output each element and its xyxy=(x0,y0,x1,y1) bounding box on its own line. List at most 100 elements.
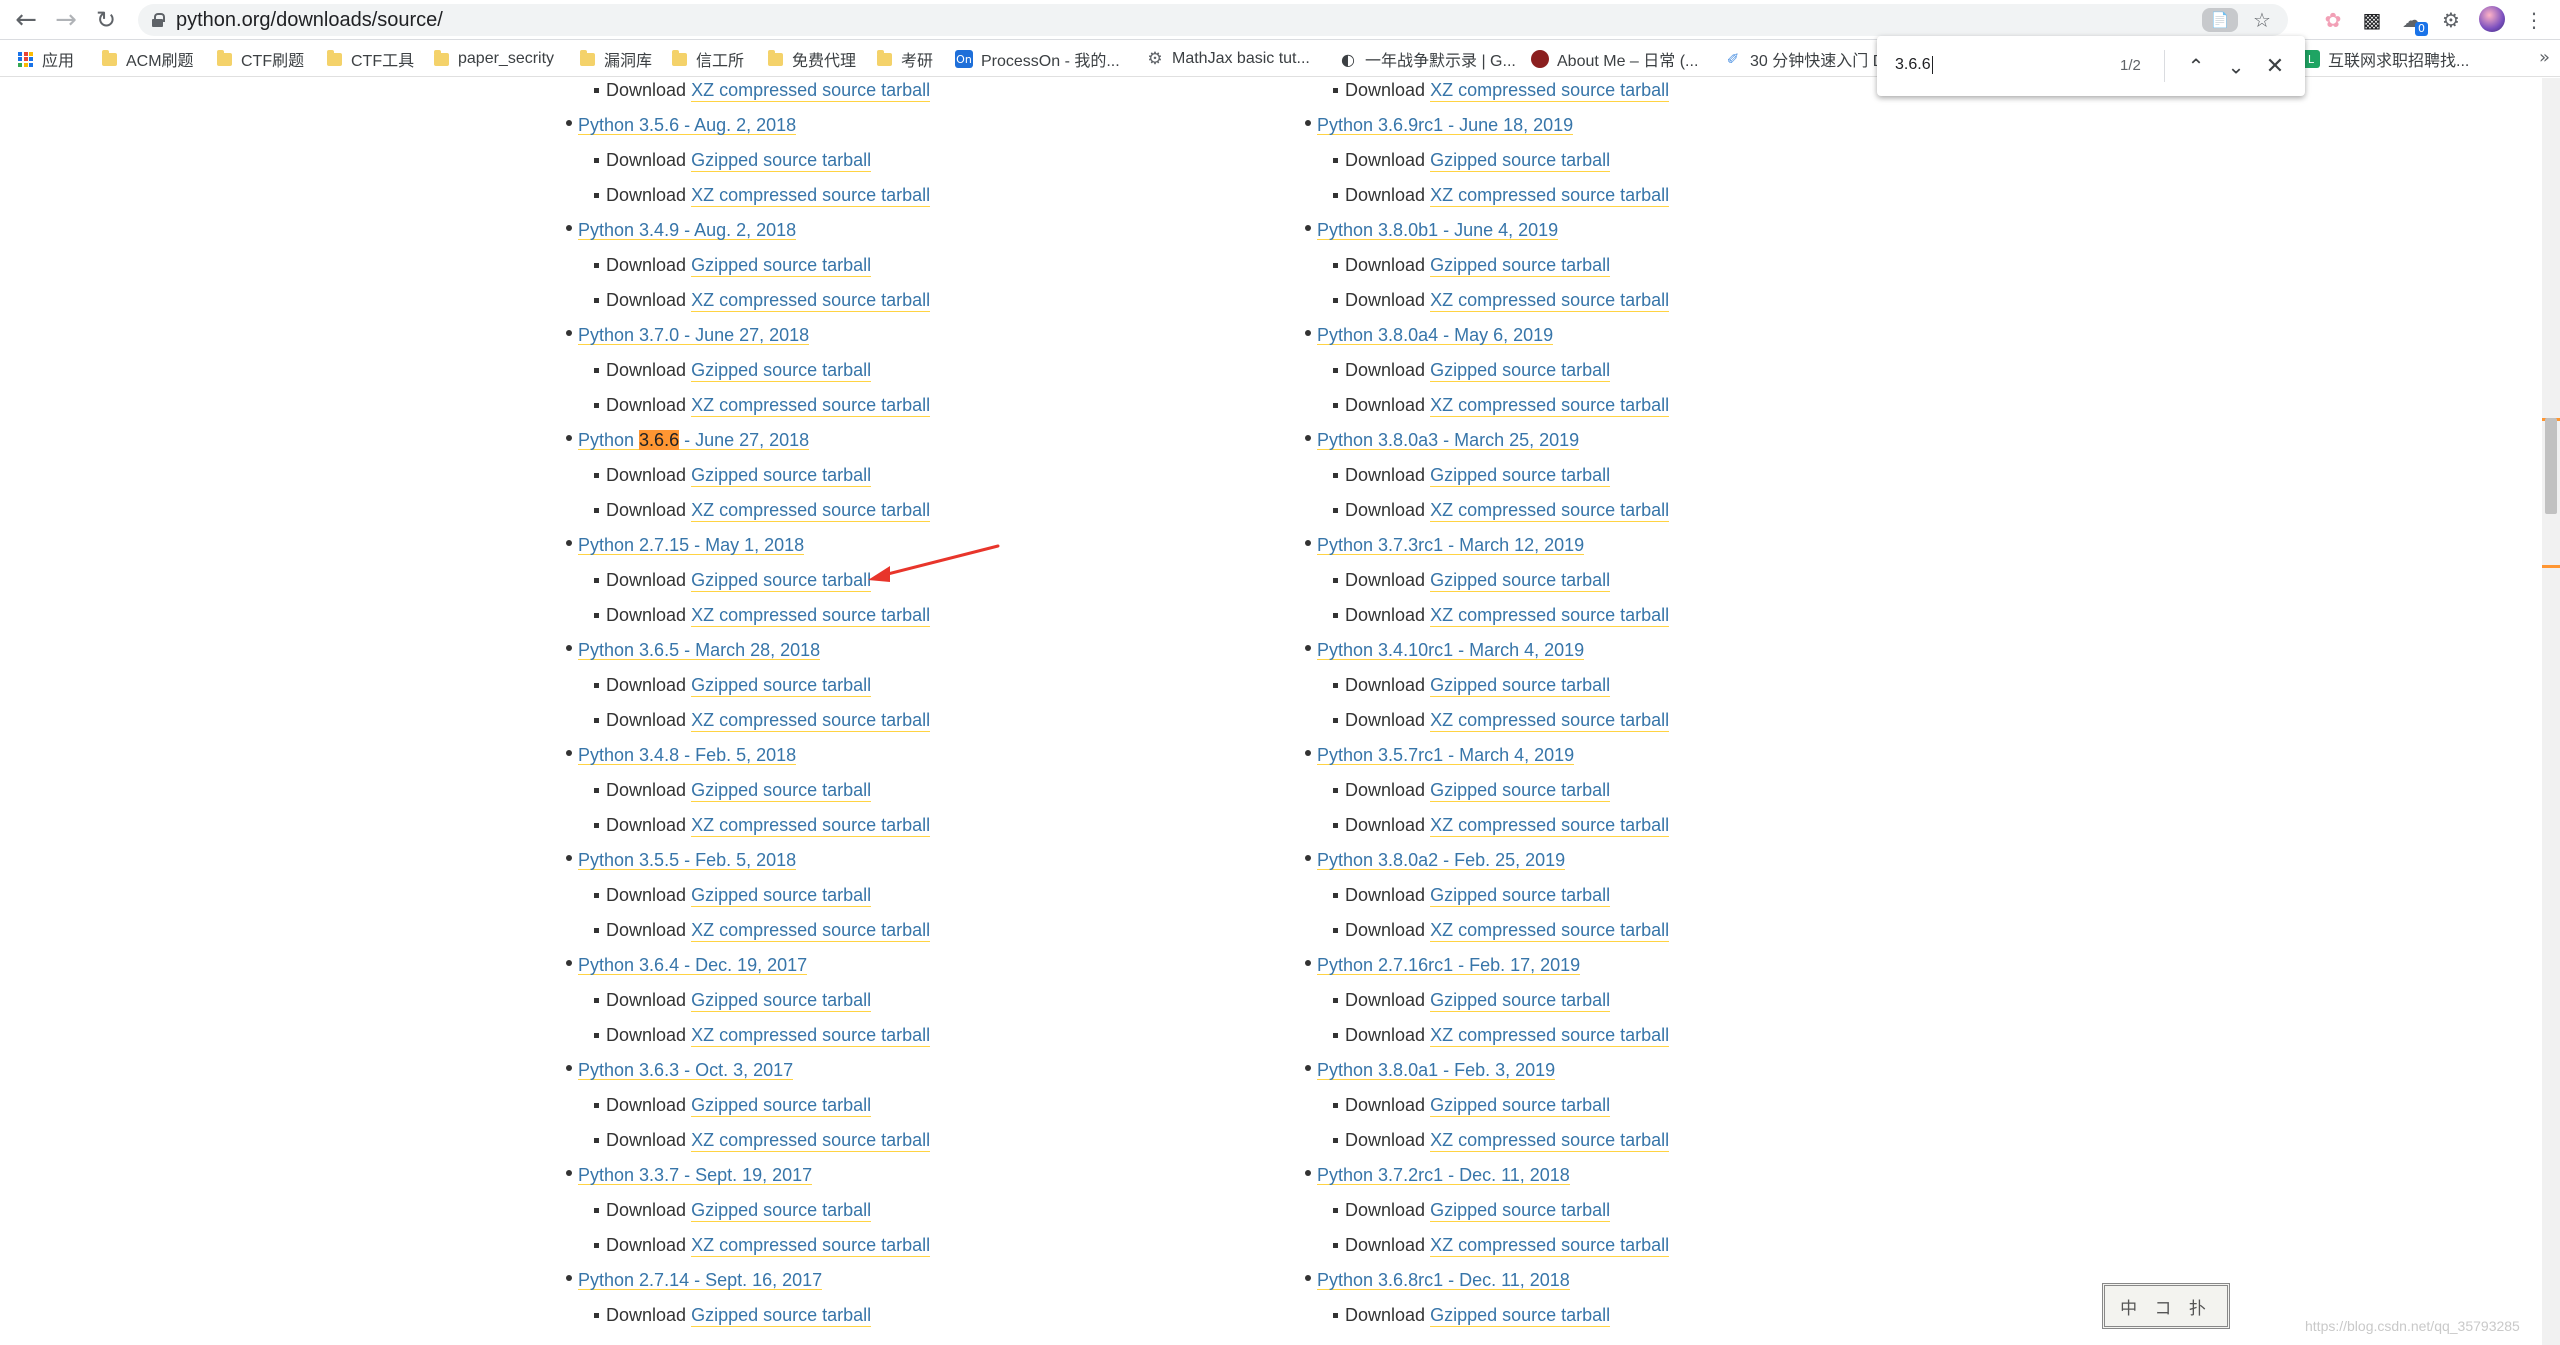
forward-arrow-icon[interactable]: → xyxy=(50,4,82,36)
xz-tarball-link[interactable]: XZ compressed source tarball xyxy=(691,710,931,732)
release-link[interactable]: Python 3.6.3 - Oct. 3, 2017 xyxy=(566,1053,794,1080)
release-link[interactable]: Python 3.7.2rc1 - Dec. 11, 2018 xyxy=(1305,1158,1570,1185)
release-link[interactable]: Python 3.6.5 - March 28, 2018 xyxy=(566,633,821,660)
url-text[interactable]: python.org/downloads/source/ xyxy=(176,9,443,32)
gzip-tarball-link[interactable]: Gzipped source tarball xyxy=(1430,570,1611,592)
bookmark-job-site[interactable]: L 互联网求职招聘找... xyxy=(2302,47,2469,71)
xz-tarball-link[interactable]: XZ compressed source tarball xyxy=(1430,605,1670,627)
page-action-icon[interactable]: 📄 xyxy=(2202,8,2238,32)
bookmark-docker[interactable]: ✐ 30 分钟快速入门 D xyxy=(1724,47,1885,71)
find-close-icon[interactable]: ✕ xyxy=(2261,52,2289,80)
release-link[interactable]: Python 3.6.6 - June 27, 2018 xyxy=(566,423,810,450)
gzip-tarball-link[interactable]: Gzipped source tarball xyxy=(1430,990,1611,1012)
xz-tarball-link[interactable]: XZ compressed source tarball xyxy=(691,80,931,102)
release-link[interactable]: Python 3.8.0a3 - March 25, 2019 xyxy=(1305,423,1580,450)
xz-tarball-link[interactable]: XZ compressed source tarball xyxy=(691,815,931,837)
bookmark-folder-paper[interactable]: paper_secrity xyxy=(434,47,554,71)
xz-tarball-link[interactable]: XZ compressed source tarball xyxy=(1430,1025,1670,1047)
release-link[interactable]: Python 3.6.8rc1 - Dec. 11, 2018 xyxy=(1305,1263,1570,1290)
xz-tarball-link[interactable]: XZ compressed source tarball xyxy=(1430,1235,1670,1257)
page-scrollbar[interactable] xyxy=(2542,78,2560,1345)
release-link[interactable]: Python 3.8.0a2 - Feb. 25, 2019 xyxy=(1305,843,1566,870)
lock-icon[interactable] xyxy=(152,13,165,27)
gzip-tarball-link[interactable]: Gzipped source tarball xyxy=(691,150,872,172)
xz-tarball-link[interactable]: XZ compressed source tarball xyxy=(1430,1130,1670,1152)
xz-tarball-link[interactable]: XZ compressed source tarball xyxy=(691,920,931,942)
gzip-tarball-link[interactable]: Gzipped source tarball xyxy=(691,570,872,592)
xz-tarball-link[interactable]: XZ compressed source tarball xyxy=(691,1025,931,1047)
xz-tarball-link[interactable]: XZ compressed source tarball xyxy=(691,500,931,522)
back-arrow-icon[interactable]: ← xyxy=(10,4,42,36)
bookmark-about-me[interactable]: About Me – 日常 (... xyxy=(1531,47,1698,71)
bookmarks-overflow-icon[interactable]: » xyxy=(2539,47,2550,68)
address-bar[interactable]: python.org/downloads/source/ 📄 ☆ xyxy=(138,4,2288,36)
extension-cloud-icon[interactable]: ☁ 0 xyxy=(2398,6,2428,36)
find-previous-chevron-up-icon[interactable]: ⌃ xyxy=(2182,52,2210,80)
release-link[interactable]: Python 3.4.8 - Feb. 5, 2018 xyxy=(566,738,797,765)
xz-tarball-link[interactable]: XZ compressed source tarball xyxy=(1430,710,1670,732)
bookmark-folder-vuln-db[interactable]: 漏洞库 xyxy=(580,47,652,71)
gzip-tarball-link[interactable]: Gzipped source tarball xyxy=(691,360,872,382)
release-link[interactable]: Python 2.7.14 - Sept. 16, 2017 xyxy=(566,1263,823,1290)
release-link[interactable]: Python 3.5.7rc1 - March 4, 2019 xyxy=(1305,738,1575,765)
release-link[interactable]: Python 3.6.4 - Dec. 19, 2017 xyxy=(566,948,808,975)
gzip-tarball-link[interactable]: Gzipped source tarball xyxy=(691,1305,872,1327)
extension-mask-icon[interactable]: ▩ xyxy=(2358,6,2386,34)
release-link[interactable]: Python 3.5.6 - Aug. 2, 2018 xyxy=(566,108,797,135)
browser-menu-icon[interactable]: ⋮ xyxy=(2520,6,2548,34)
scrollbar-thumb[interactable] xyxy=(2545,418,2557,514)
profile-avatar-icon[interactable] xyxy=(2479,6,2505,32)
bookmark-folder-ctf-tools[interactable]: CTF工具 xyxy=(327,47,414,71)
release-link[interactable]: Python 3.7.3rc1 - March 12, 2019 xyxy=(1305,528,1585,555)
xz-tarball-link[interactable]: XZ compressed source tarball xyxy=(691,1130,931,1152)
release-link[interactable]: Python 3.5.5 - Feb. 5, 2018 xyxy=(566,843,797,870)
bookmark-star-icon[interactable]: ☆ xyxy=(2250,8,2274,32)
xz-tarball-link[interactable]: XZ compressed source tarball xyxy=(691,185,931,207)
find-next-chevron-down-icon[interactable]: ⌃ xyxy=(2222,52,2250,80)
bookmark-folder-xingongsuo[interactable]: 信工所 xyxy=(672,47,744,71)
bookmark-blog-war[interactable]: ◐ 一年战争默示录 | G... xyxy=(1339,47,1516,71)
release-link[interactable]: Python 2.7.16rc1 - Feb. 17, 2019 xyxy=(1305,948,1581,975)
find-input[interactable]: 3.6.6 xyxy=(1895,56,1933,74)
extension-pink-icon[interactable]: ✿ xyxy=(2319,6,2347,34)
gzip-tarball-link[interactable]: Gzipped source tarball xyxy=(691,465,872,487)
gzip-tarball-link[interactable]: Gzipped source tarball xyxy=(1430,885,1611,907)
bookmark-apps[interactable]: 应用 xyxy=(18,47,74,71)
gzip-tarball-link[interactable]: Gzipped source tarball xyxy=(1430,150,1611,172)
release-link[interactable]: Python 3.4.10rc1 - March 4, 2019 xyxy=(1305,633,1585,660)
release-link[interactable]: Python 3.8.0a4 - May 6, 2019 xyxy=(1305,318,1554,345)
gzip-tarball-link[interactable]: Gzipped source tarball xyxy=(691,1095,872,1117)
xz-tarball-link[interactable]: XZ compressed source tarball xyxy=(691,290,931,312)
gzip-tarball-link[interactable]: Gzipped source tarball xyxy=(691,780,872,802)
release-link[interactable]: Python 3.7.0 - June 27, 2018 xyxy=(566,318,810,345)
bookmark-folder-proxy[interactable]: 免费代理 xyxy=(768,47,856,71)
bookmark-processon[interactable]: On ProcessOn - 我的... xyxy=(955,47,1120,71)
xz-tarball-link[interactable]: XZ compressed source tarball xyxy=(1430,290,1670,312)
xz-tarball-link[interactable]: XZ compressed source tarball xyxy=(1430,395,1670,417)
bookmark-folder-ctf-practice[interactable]: CTF刷题 xyxy=(217,47,304,71)
gzip-tarball-link[interactable]: Gzipped source tarball xyxy=(1430,255,1611,277)
xz-tarball-link[interactable]: XZ compressed source tarball xyxy=(1430,815,1670,837)
gzip-tarball-link[interactable]: Gzipped source tarball xyxy=(691,675,872,697)
bookmark-folder-acm[interactable]: ACM刷题 xyxy=(102,47,194,71)
xz-tarball-link[interactable]: XZ compressed source tarball xyxy=(1430,185,1670,207)
xz-tarball-link[interactable]: XZ compressed source tarball xyxy=(1430,500,1670,522)
gzip-tarball-link[interactable]: Gzipped source tarball xyxy=(1430,780,1611,802)
bookmark-mathjax[interactable]: ⚙ MathJax basic tut... xyxy=(1146,47,1309,71)
gzip-tarball-link[interactable]: Gzipped source tarball xyxy=(1430,675,1611,697)
release-link[interactable]: Python 3.8.0a1 - Feb. 3, 2019 xyxy=(1305,1053,1556,1080)
xz-tarball-link[interactable]: XZ compressed source tarball xyxy=(1430,920,1670,942)
xz-tarball-link[interactable]: XZ compressed source tarball xyxy=(691,395,931,417)
gzip-tarball-link[interactable]: Gzipped source tarball xyxy=(1430,465,1611,487)
gzip-tarball-link[interactable]: Gzipped source tarball xyxy=(691,885,872,907)
gzip-tarball-link[interactable]: Gzipped source tarball xyxy=(691,255,872,277)
gzip-tarball-link[interactable]: Gzipped source tarball xyxy=(691,1200,872,1222)
gzip-tarball-link[interactable]: Gzipped source tarball xyxy=(1430,1200,1611,1222)
extensions-puzzle-icon[interactable]: ⚙ xyxy=(2437,6,2465,34)
xz-tarball-link[interactable]: XZ compressed source tarball xyxy=(691,605,931,627)
xz-tarball-link[interactable]: XZ compressed source tarball xyxy=(691,1235,931,1257)
release-link[interactable]: Python 3.8.0b1 - June 4, 2019 xyxy=(1305,213,1559,240)
bookmark-folder-kaoyan[interactable]: 考研 xyxy=(877,47,933,71)
gzip-tarball-link[interactable]: Gzipped source tarball xyxy=(1430,1095,1611,1117)
release-link[interactable]: Python 3.6.9rc1 - June 18, 2019 xyxy=(1305,108,1574,135)
